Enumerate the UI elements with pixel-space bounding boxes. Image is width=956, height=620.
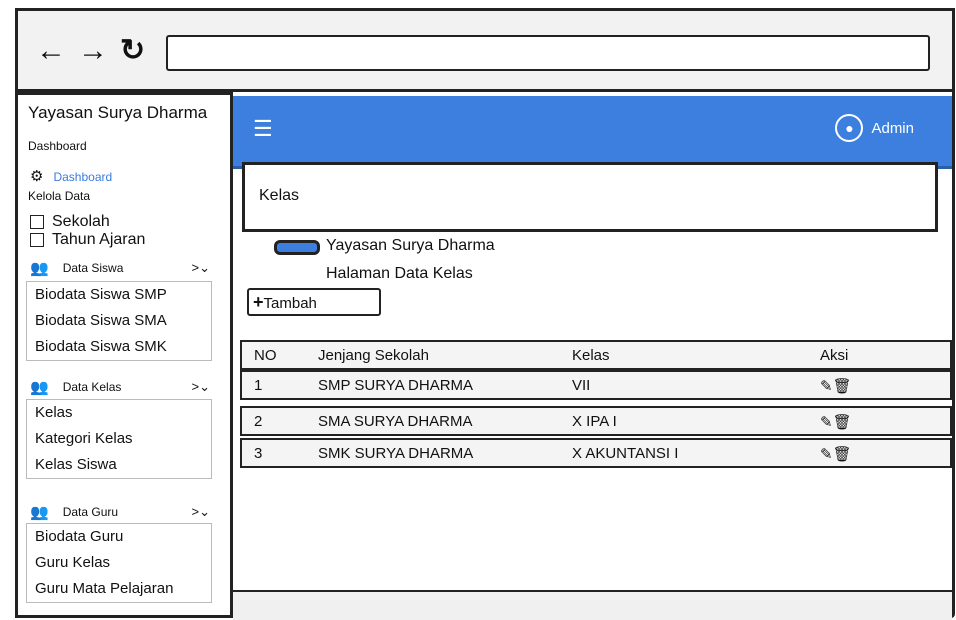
sidebar-item-label: Sekolah xyxy=(52,213,110,230)
sidebar-item-guru-kelas[interactable]: Guru Kelas xyxy=(27,550,211,576)
table-row: 1 SMP SURYA DHARMA VII ✎🗑 xyxy=(240,370,952,400)
url-input[interactable] xyxy=(166,35,930,71)
dashboard-link[interactable]: ⚙ Dashboard xyxy=(30,167,112,185)
chevron-down-icon: >⌄ xyxy=(191,260,210,275)
forward-icon[interactable]: → xyxy=(78,34,114,68)
row-actions: ✎🗑 xyxy=(820,413,852,431)
sidebar-item-tahun-ajaran[interactable]: Tahun Ajaran xyxy=(30,231,145,249)
cell-jenjang: SMP SURYA DHARMA xyxy=(318,377,474,394)
sidebar-item-sekolah[interactable]: Sekolah xyxy=(30,213,110,231)
users-icon: 👥 xyxy=(30,379,49,396)
checkbox-icon xyxy=(30,233,44,247)
sidebar-item-kelas-siswa[interactable]: Kelas Siswa xyxy=(27,452,211,478)
breadcrumb-current: Halaman Data Kelas xyxy=(326,265,473,282)
edit-pencil-icon[interactable]: ✎ xyxy=(820,446,833,463)
footer xyxy=(233,590,952,620)
header-kelas: Kelas xyxy=(572,347,610,364)
add-button[interactable]: +Tambah xyxy=(247,288,381,316)
cell-no: 1 xyxy=(254,377,263,394)
user-name: Admin xyxy=(871,119,914,137)
group-data-guru-items: Biodata Guru Guru Kelas Guru Mata Pelaja… xyxy=(26,523,212,603)
sidebar-item-biodata-siswa-sma[interactable]: Biodata Siswa SMA xyxy=(27,308,211,334)
group-data-siswa-items: Biodata Siswa SMP Biodata Siswa SMA Biod… xyxy=(26,281,212,361)
group-title: Data Siswa xyxy=(62,261,124,275)
sidebar-item-biodata-siswa-smk[interactable]: Biodata Siswa SMK xyxy=(27,334,211,360)
dashboard-gauge-icon: ⚙ xyxy=(30,168,44,185)
group-data-kelas[interactable]: 👥 Data Kelas >⌄ xyxy=(30,378,210,396)
group-data-siswa[interactable]: 👥 Data Siswa >⌄ xyxy=(30,259,210,277)
trash-icon[interactable]: 🗑 xyxy=(833,414,852,431)
user-avatar-icon: ● xyxy=(835,114,864,142)
group-title: Data Guru xyxy=(62,505,119,519)
row-actions: ✎🗑 xyxy=(820,445,852,463)
trash-icon[interactable]: 🗑 xyxy=(833,446,852,463)
section-dashboard: Dashboard xyxy=(28,139,87,153)
chevron-down-icon: >⌄ xyxy=(191,504,210,519)
browser-nav: ← → ↻ xyxy=(36,33,157,68)
plus-icon: + xyxy=(253,292,264,312)
chevron-down-icon: >⌄ xyxy=(191,379,210,394)
page-title: Kelas xyxy=(259,187,300,204)
browser-toolbar: ← → ↻ xyxy=(15,8,955,92)
cell-kelas: X IPA I xyxy=(572,413,617,430)
breadcrumb-root[interactable]: Yayasan Surya Dharma xyxy=(326,237,495,255)
hamburger-icon[interactable]: ☰ xyxy=(253,116,273,142)
sidebar-item-guru-mata-pelajaran[interactable]: Guru Mata Pelajaran xyxy=(27,576,211,602)
edit-pencil-icon[interactable]: ✎ xyxy=(820,378,833,395)
sidebar: Yayasan Surya Dharma Dashboard ⚙ Dashboar… xyxy=(15,92,233,618)
cell-jenjang: SMA SURYA DHARMA xyxy=(318,413,473,430)
top-navbar: ☰ ● Admin xyxy=(233,96,952,169)
row-actions: ✎🗑 xyxy=(820,377,852,395)
dashboard-link-label: Dashboard xyxy=(53,170,113,184)
add-button-label: Tambah xyxy=(263,295,317,312)
table-header: NO Jenjang Sekolah Kelas Aksi xyxy=(240,340,952,370)
cell-kelas: VII xyxy=(572,377,591,394)
cell-kelas: X AKUNTANSI I xyxy=(572,445,679,462)
user-menu[interactable]: ● Admin xyxy=(835,114,914,142)
cell-no: 2 xyxy=(254,413,263,430)
users-icon: 👥 xyxy=(30,260,49,277)
section-kelola: Kelola Data xyxy=(28,189,91,203)
group-data-guru[interactable]: 👥 Data Guru >⌄ xyxy=(30,503,210,521)
trash-icon[interactable]: 🗑 xyxy=(833,378,852,395)
reload-icon[interactable]: ↻ xyxy=(120,33,151,68)
sidebar-item-kategori-kelas[interactable]: Kategori Kelas xyxy=(27,426,211,452)
sidebar-item-label: Tahun Ajaran xyxy=(52,231,146,248)
edit-pencil-icon[interactable]: ✎ xyxy=(820,414,833,431)
back-icon[interactable]: ← xyxy=(36,34,72,68)
sidebar-item-kelas[interactable]: Kelas xyxy=(27,400,211,426)
breadcrumb-marker-icon xyxy=(274,240,320,255)
table-row: 2 SMA SURYA DHARMA X IPA I ✎🗑 xyxy=(240,406,952,436)
header-no: NO xyxy=(254,347,277,364)
cell-jenjang: SMK SURYA DHARMA xyxy=(318,445,474,462)
header-aksi: Aksi xyxy=(820,347,849,364)
cell-no: 3 xyxy=(254,445,263,462)
checkbox-icon xyxy=(30,215,44,229)
brand-title: Yayasan Surya Dharma xyxy=(28,103,208,122)
sidebar-item-biodata-guru[interactable]: Biodata Guru xyxy=(27,524,211,550)
group-title: Data Kelas xyxy=(62,380,122,394)
table-row: 3 SMK SURYA DHARMA X AKUNTANSI I ✎🗑 xyxy=(240,438,952,468)
page-title-card: Kelas xyxy=(242,162,938,232)
header-jenjang: Jenjang Sekolah xyxy=(318,347,429,364)
users-icon: 👥 xyxy=(30,504,49,521)
group-data-kelas-items: Kelas Kategori Kelas Kelas Siswa xyxy=(26,399,212,479)
sidebar-item-biodata-siswa-smp[interactable]: Biodata Siswa SMP xyxy=(27,282,211,308)
